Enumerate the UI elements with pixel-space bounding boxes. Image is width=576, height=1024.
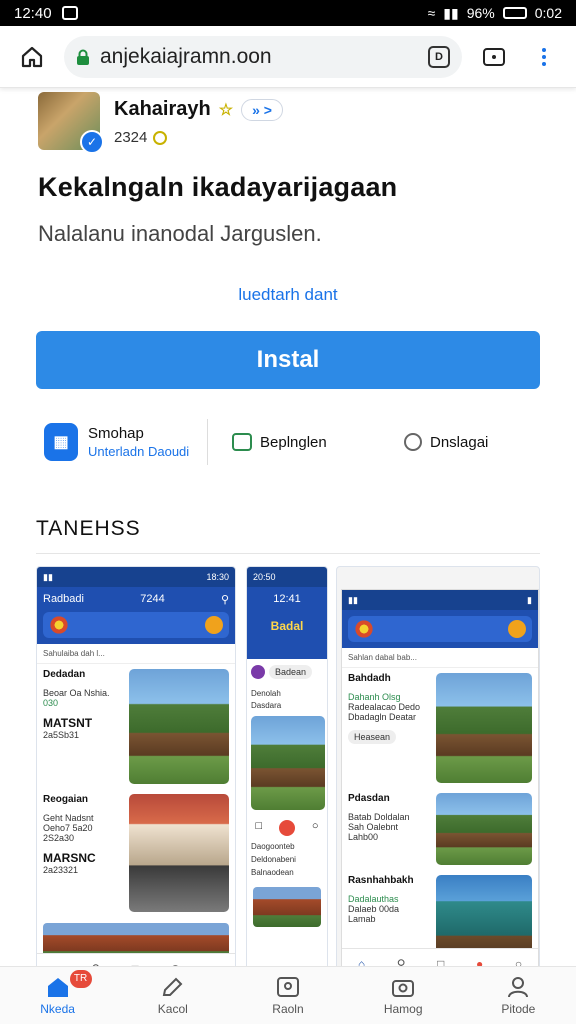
store-info[interactable]: ▦ Smohap Unterladn Daoudi <box>44 419 208 465</box>
camera-icon <box>392 979 415 997</box>
bottom-nav: TR Nkeda Kacol Raoln Hamog Pitode <box>0 966 576 1024</box>
battery-icon <box>502 7 527 19</box>
shot2-banner: Badal <box>270 619 304 633</box>
home-icon <box>21 46 43 67</box>
list-item: Pdasdan Batab Doldalan Sah Oalebnt Lahb0… <box>342 788 538 870</box>
shot1-breadcrumb: Sahulaiba dah l... <box>37 644 235 664</box>
section-title: TANEHSS <box>36 517 141 540</box>
house-image <box>436 793 532 865</box>
url-field[interactable]: anjekaiajramn.oon D <box>64 35 462 78</box>
shot2-header-time: 12:41 <box>273 593 301 605</box>
notify-icon <box>205 616 223 634</box>
page-action-icon[interactable]: D <box>428 45 450 68</box>
screenshot-1[interactable]: ▮▮ 18:30 Radbadi 7244 ⚲ Sahulaiba dah l..… <box>36 566 236 984</box>
developer-avatar: ✓ <box>38 92 104 154</box>
house-image <box>251 716 325 810</box>
shot1-status-time: 18:30 <box>206 572 229 582</box>
verified-icon: ✓ <box>80 130 104 154</box>
shot1-header-title: Radbadi <box>43 593 84 605</box>
list-item: Reogaian Geht Nadsnt Oeho7 5a20 2S2a30 M… <box>37 789 235 917</box>
battery-text: 96% <box>466 5 495 21</box>
nav-profile-label: Pitode <box>501 1001 536 1016</box>
nav-profile[interactable]: Pitode <box>478 976 558 1016</box>
info-middle-label: Beplnglen <box>260 433 327 451</box>
share-button[interactable]: » > <box>241 98 283 121</box>
leaf-icon <box>232 433 252 451</box>
url-text: anjekaiajramn.oon <box>100 44 272 68</box>
developer-name: Kahairayh <box>114 98 211 120</box>
nav-home-label: Nkeda <box>40 1001 75 1016</box>
image-icon <box>276 976 299 997</box>
shot2-status-time: 20:50 <box>253 572 276 582</box>
screenshots-carousel[interactable]: ▮▮ 18:30 Radbadi 7244 ⚲ Sahulaiba dah l..… <box>0 566 576 986</box>
app-title: Kekalngaln ikadayarijagaan <box>38 172 398 202</box>
store-title: Smohap <box>88 425 144 442</box>
home-icon <box>47 977 68 997</box>
screenshot-3[interactable]: ▮▮ ▮ Sahlan dabal bab... Bahdadh Dahanh O… <box>336 566 540 984</box>
store-subtitle: Unterladn Daoudi <box>88 444 190 459</box>
nav-badge: TR <box>69 969 92 988</box>
nav-gallery-label: Raoln <box>272 1001 304 1016</box>
menu-button[interactable] <box>526 39 562 75</box>
info-right-label: Dnslagai <box>430 433 489 451</box>
edit-icon <box>162 977 183 996</box>
home-button[interactable] <box>14 39 50 75</box>
wifi-icon: ≈ <box>427 5 436 21</box>
person-icon <box>508 976 529 997</box>
notification-icon <box>61 6 78 20</box>
browser-toolbar: anjekaiajramn.oon D <box>0 26 576 88</box>
gear-icon <box>404 433 422 451</box>
house-image <box>436 673 532 783</box>
notify-icon <box>508 620 526 638</box>
status-clock-right: 0:02 <box>534 5 562 21</box>
shot3-breadcrumb: Sahlan dabal bab... <box>342 648 538 668</box>
list-item: Bahdadh Dahanh Olsg Radealacao Dedo Dbad… <box>342 668 538 788</box>
house-image <box>129 669 229 784</box>
store-icon: ▦ <box>44 423 78 461</box>
screenshot-2[interactable]: 20:50 12:41 Badal Badean Denolah Dasdara… <box>246 566 328 984</box>
rating-icon <box>153 130 168 145</box>
lock-icon <box>77 49 89 65</box>
bookmark-icon: ☆ <box>218 101 234 119</box>
app-header: ✓ Kahairayh ☆ » > 2324 <box>0 88 576 154</box>
nav-camera[interactable]: Hamog <box>363 976 443 1016</box>
bikes-image <box>129 794 229 912</box>
status-bar: 12:40 ≈ ▮▮ 96% 0:02 <box>0 0 576 26</box>
nav-home[interactable]: TR Nkeda <box>18 969 98 1016</box>
details-link[interactable]: luedtarh dant <box>0 285 576 305</box>
info-right[interactable]: Dnslagai <box>404 433 488 451</box>
tabs-button[interactable] <box>476 39 512 75</box>
nav-edit[interactable]: Kacol <box>133 976 213 1016</box>
nav-edit-label: Kacol <box>157 1001 188 1016</box>
developer-year: 2324 <box>114 129 148 146</box>
shot1-header-time: 7244 <box>140 593 165 605</box>
divider <box>36 553 540 554</box>
info-row: ▦ Smohap Unterladn Daoudi Beplnglen Dnsl… <box>44 419 540 465</box>
status-time: 12:40 <box>14 4 52 22</box>
flower-icon <box>49 615 69 635</box>
tabs-icon <box>483 47 505 66</box>
nav-camera-label: Hamog <box>383 1001 423 1016</box>
shot1-search-icon: ⚲ <box>220 594 229 606</box>
signal-icon: ▮▮ <box>443 4 459 21</box>
list-item: Dedadan Beoar Oa Nshia. 030 MATSNT 2a5Sb… <box>37 664 235 789</box>
app-subtitle: Nalalanu inanodal Jarguslen. <box>38 221 322 246</box>
install-button[interactable]: Instal <box>36 331 540 389</box>
nav-gallery[interactable]: Raoln <box>248 976 328 1016</box>
flower-icon <box>354 619 374 639</box>
info-middle[interactable]: Beplnglen <box>232 433 382 451</box>
roof-image <box>253 887 321 927</box>
